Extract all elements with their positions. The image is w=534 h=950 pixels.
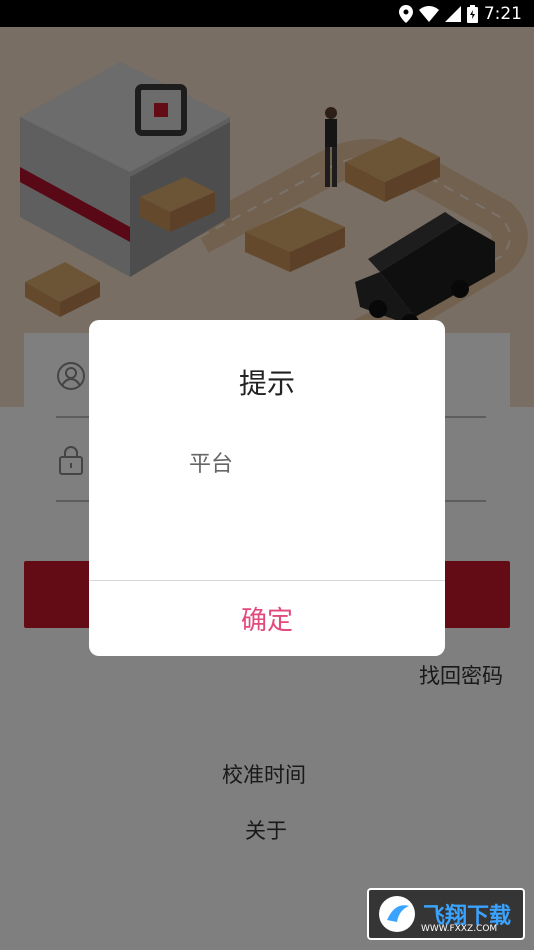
signal-icon [444,5,461,22]
alert-dialog: 提示 平台 确定 [89,320,445,656]
brand-logo-icon [379,896,415,932]
status-bar: 7:21 [0,0,534,27]
location-icon [398,4,413,23]
dialog-title: 提示 [238,367,295,400]
watermark-logo: 飞翔下载 WWW.FXXZ.COM [367,888,525,940]
wifi-icon [418,5,439,22]
watermark-url: WWW.FXXZ.COM [421,924,498,934]
confirm-button[interactable]: 确定 [89,581,445,656]
status-time: 7:21 [483,3,522,24]
battery-icon [466,4,478,23]
dialog-message: 平台 [189,452,234,477]
